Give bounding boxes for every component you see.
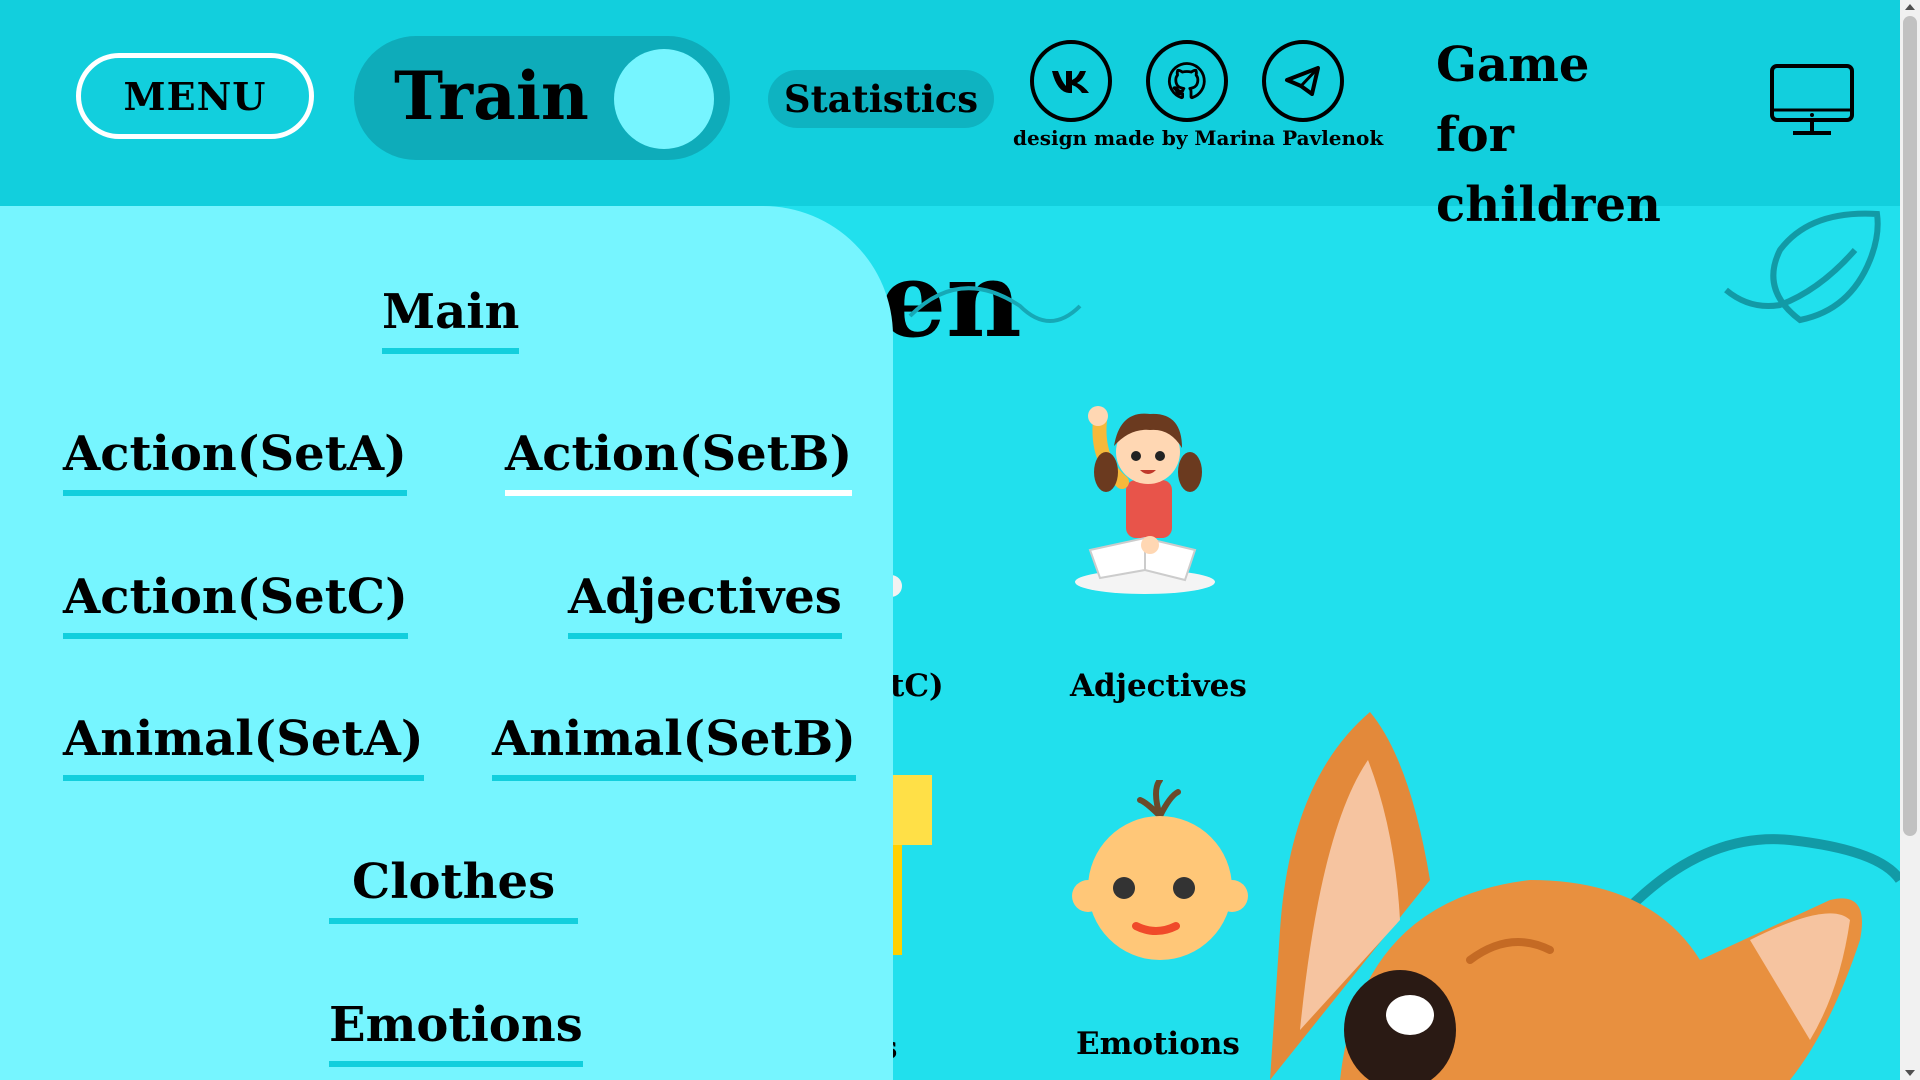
mode-toggle[interactable]: Train: [354, 36, 730, 160]
site-title-line2: children: [1436, 177, 1661, 233]
nav-link-clothes[interactable]: Clothes: [329, 852, 579, 924]
header: MENU Train Statistics design made by Mar…: [0, 0, 1900, 233]
toggle-knob[interactable]: [614, 49, 714, 149]
category-label: Emotions: [1076, 1026, 1240, 1062]
vk-icon[interactable]: [1030, 40, 1112, 122]
site-title: Game for children: [1436, 30, 1661, 240]
nav-link-action-setb[interactable]: Action(SetB): [505, 424, 853, 496]
nav-link-emotions[interactable]: Emotions: [329, 995, 583, 1067]
baby-face-icon: [1072, 777, 1248, 960]
scroll-thumb[interactable]: [1903, 16, 1917, 836]
leaf-icon: [1724, 210, 1881, 324]
scrollbar[interactable]: [1900, 0, 1920, 1080]
nav-link-animal-setb[interactable]: Animal(SetB): [492, 709, 856, 781]
category-card-emotions[interactable]: Emotions: [1060, 777, 1260, 1080]
side-menu: Main Action(SetA) Action(SetB) Action(Se…: [0, 206, 893, 1080]
nav-link-animal-seta[interactable]: Animal(SetA): [63, 709, 424, 781]
site-title-line1: Game for: [1436, 37, 1590, 163]
category-label: Adjectives: [1070, 668, 1247, 704]
telegram-icon[interactable]: [1262, 40, 1344, 122]
statistics-button[interactable]: Statistics: [768, 70, 994, 128]
menu-button[interactable]: MENU: [76, 53, 314, 139]
github-icon[interactable]: [1146, 40, 1228, 122]
scroll-down-arrow[interactable]: [1905, 1070, 1915, 1076]
nav-link-action-seta[interactable]: Action(SetA): [63, 424, 407, 496]
category-card-adjectives[interactable]: Adjectives: [1070, 400, 1280, 720]
nav-link-adjectives[interactable]: Adjectives: [568, 567, 842, 639]
nav-link-main[interactable]: Main: [382, 282, 520, 354]
nav-link-action-setc[interactable]: Action(SetC): [63, 567, 408, 639]
scroll-up-arrow[interactable]: [1905, 4, 1915, 10]
monitor-icon[interactable]: [1769, 63, 1855, 139]
corgi-icon: [1270, 712, 1900, 1080]
credit-text: design made by Marina Pavlenok: [1013, 126, 1384, 150]
girl-reading-icon: [1075, 406, 1215, 594]
mode-label: Train: [394, 57, 589, 135]
swirl-decoration: [908, 286, 1082, 323]
category-label-partial: tC): [890, 668, 944, 704]
